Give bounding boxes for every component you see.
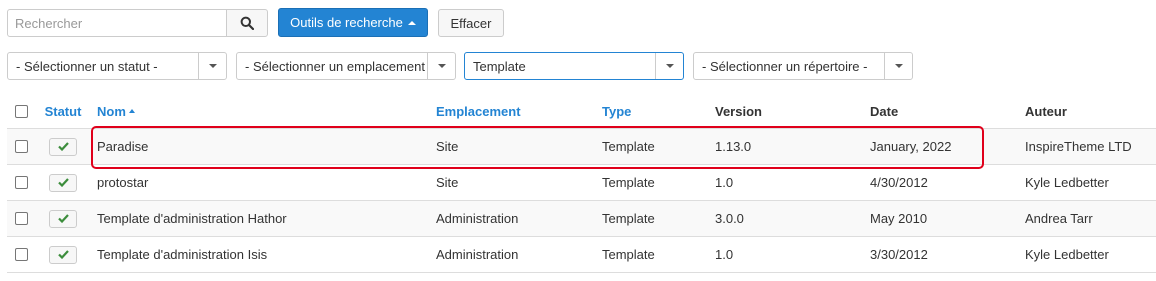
templates-table: Statut Nom Emplacement Type Version Date… [7, 95, 1156, 273]
search-tools-label: Outils de recherche [290, 15, 403, 30]
row-author: InspireTheme LTD [1025, 139, 1132, 154]
header-name[interactable]: Nom [97, 95, 135, 128]
row-checkbox[interactable] [15, 140, 28, 153]
row-author: Kyle Ledbetter [1025, 175, 1109, 190]
header-type[interactable]: Type [602, 95, 631, 128]
clear-label: Effacer [450, 15, 492, 31]
header-version: Version [715, 104, 762, 119]
status-toggle-button[interactable] [49, 209, 77, 228]
check-icon [57, 214, 69, 223]
table-row: Template d'administration Isis Administr… [7, 237, 1156, 273]
directory-filter-select[interactable]: - Sélectionner un répertoire - [693, 52, 913, 80]
status-filter-select[interactable]: - Sélectionner un statut - [7, 52, 227, 80]
row-name[interactable]: Template d'administration Hathor [97, 201, 287, 236]
row-date: January, 2022 [870, 139, 952, 154]
table-row: protostar Site Template 1.0 4/30/2012 Ky… [7, 165, 1156, 201]
row-type: Template [602, 139, 655, 154]
search-tools-button[interactable]: Outils de recherche [278, 8, 428, 37]
row-date: 3/30/2012 [870, 247, 928, 262]
location-filter-value: - Sélectionner un emplacement - [245, 58, 427, 74]
search-icon [240, 16, 254, 30]
row-type: Template [602, 211, 655, 226]
table-row: Template d'administration Hathor Adminis… [7, 201, 1156, 237]
header-date: Date [870, 104, 899, 119]
chevron-down-icon [655, 53, 683, 79]
header-status[interactable]: Statut [45, 95, 82, 128]
check-icon [57, 142, 69, 151]
location-filter-select[interactable]: - Sélectionner un emplacement - [236, 52, 456, 80]
row-author: Andrea Tarr [1025, 211, 1093, 226]
row-location: Administration [436, 211, 519, 226]
row-author: Kyle Ledbetter [1025, 247, 1109, 262]
row-version: 1.0 [715, 175, 734, 190]
row-version: 1.13.0 [715, 139, 752, 154]
directory-filter-value: - Sélectionner un répertoire - [702, 58, 868, 74]
row-location: Administration [436, 247, 519, 262]
status-toggle-button[interactable] [49, 137, 77, 156]
chevron-down-icon [884, 53, 912, 79]
row-location: Site [436, 139, 459, 154]
caret-up-icon [407, 20, 416, 25]
row-name[interactable]: protostar [97, 165, 148, 200]
status-toggle-button[interactable] [49, 173, 77, 192]
row-type: Template [602, 175, 655, 190]
row-version: 3.0.0 [715, 211, 744, 226]
header-author: Auteur [1025, 104, 1067, 119]
row-name[interactable]: Paradise [97, 129, 148, 164]
select-all-cell [15, 95, 28, 128]
table-row: Paradise Site Template 1.13.0 January, 2… [7, 129, 1156, 165]
search-input[interactable] [7, 9, 227, 37]
check-icon [57, 178, 69, 187]
table-header-row: Statut Nom Emplacement Type Version Date… [7, 95, 1156, 129]
row-checkbox[interactable] [15, 248, 28, 261]
row-checkbox[interactable] [15, 176, 28, 189]
header-location[interactable]: Emplacement [436, 95, 521, 128]
chevron-down-icon [198, 53, 226, 79]
sort-asc-icon [128, 108, 135, 113]
row-type: Template [602, 247, 655, 262]
row-date: May 2010 [870, 211, 928, 226]
row-location: Site [436, 175, 459, 190]
select-all-checkbox[interactable] [15, 105, 28, 118]
type-filter-select[interactable]: Template [464, 52, 684, 80]
search-button[interactable] [226, 9, 268, 37]
row-checkbox[interactable] [15, 212, 28, 225]
status-toggle-button[interactable] [49, 245, 77, 264]
status-filter-value: - Sélectionner un statut - [16, 58, 158, 74]
clear-button[interactable]: Effacer [438, 9, 504, 37]
row-version: 1.0 [715, 247, 734, 262]
chevron-down-icon [427, 53, 455, 79]
check-icon [57, 250, 69, 259]
row-name[interactable]: Template d'administration Isis [97, 237, 267, 272]
type-filter-value: Template [473, 58, 526, 74]
row-date: 4/30/2012 [870, 175, 928, 190]
